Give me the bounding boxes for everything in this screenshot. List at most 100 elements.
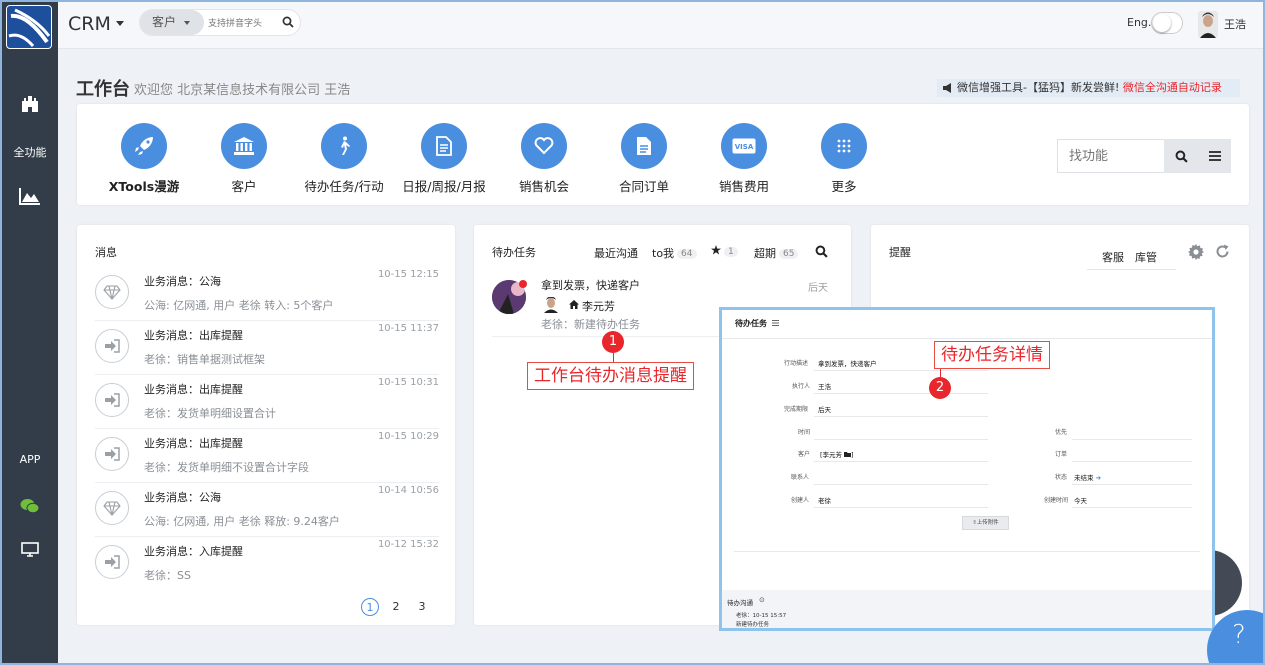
field-value[interactable]: 王浩 (818, 381, 831, 391)
comm-section: 待办沟通 ⊙ 老徐：10-15 15:57 新建待办任务 (722, 590, 1212, 628)
func-tasks[interactable]: 待办任务/行动 (294, 123, 394, 195)
monitor-icon (21, 542, 39, 557)
search-icon[interactable] (282, 16, 294, 28)
list-item[interactable]: 业务消息：公海 公海: 亿网通, 用户 老徐 释放: 9.24客户 10-14 … (95, 483, 439, 537)
divider (734, 551, 1200, 552)
annotation-callout-2: 待办任务详情 (934, 341, 1050, 369)
tab-recent[interactable]: 最近沟通 (594, 245, 638, 261)
field-label: 完成期限 (784, 406, 809, 413)
divider (814, 461, 988, 462)
logo[interactable] (6, 5, 52, 49)
func-expense[interactable]: VISA 销售费用 (694, 123, 794, 195)
tab-customer-service[interactable]: 客服 (1102, 249, 1124, 265)
rocket-icon (135, 137, 153, 155)
star-icon (711, 245, 721, 255)
comm-meta: 老徐：10-15 15:57 (736, 613, 787, 619)
page-3-button[interactable]: 3 (413, 598, 431, 616)
task-customer[interactable]: 李元芳 (582, 298, 615, 314)
list-item[interactable]: 业务消息：出库提醒 老徐：发货单明细设置合计 10-15 10:31 (95, 375, 439, 429)
field-label: 优先 (1055, 429, 1068, 436)
field-label: 时间 (798, 429, 811, 436)
sidebar-item-home[interactable] (2, 94, 58, 115)
tab-overdue[interactable]: 超期 65 (754, 245, 799, 261)
question-icon: ? (1232, 620, 1246, 650)
castle-icon (22, 96, 38, 112)
language-toggle[interactable] (1151, 12, 1183, 34)
list-item[interactable]: 业务消息：出库提醒 老徐：发货单明细不设置合计字段 10-15 10:29 (95, 429, 439, 483)
page-2-button[interactable]: 2 (387, 598, 405, 616)
func-more[interactable]: 更多 (794, 123, 894, 195)
annotation-number-2: 2 (929, 377, 951, 399)
language-label: Eng. (1127, 16, 1152, 29)
sign-in-icon (105, 555, 120, 569)
divider (1087, 269, 1176, 270)
search-input[interactable] (208, 14, 272, 32)
divider (1072, 439, 1192, 440)
list-item[interactable]: 业务消息：出库提醒 老徐：销售单据测试框架 10-15 11:37 (95, 321, 439, 375)
field-label: 行动描述 (784, 360, 809, 367)
page-1-button[interactable]: 1 (361, 598, 379, 616)
upload-button[interactable]: ⇧上传附件 (962, 516, 1009, 530)
grid-icon (837, 139, 851, 153)
function-search-input[interactable] (1057, 139, 1165, 173)
field-label: 创建时间 (1044, 497, 1069, 504)
panel-title: 消息 (95, 246, 117, 259)
list-item[interactable]: 业务消息：公海 公海: 亿网通, 用户 老徐 转入: 5个客户 10-15 12… (95, 267, 439, 321)
user-name[interactable]: 王浩 (1224, 16, 1246, 32)
bank-icon (234, 137, 254, 155)
search-icon (1175, 150, 1188, 163)
field-value[interactable]: 后天 (818, 404, 831, 414)
func-contract[interactable]: 合同订单 (594, 123, 694, 195)
func-xtools[interactable]: XTools漫游 (94, 123, 194, 195)
function-search-button[interactable] (1164, 139, 1199, 173)
sign-in-icon (105, 447, 120, 461)
function-menu-button[interactable] (1199, 139, 1231, 173)
task-title: 拿到发票，快递客户 (541, 279, 640, 292)
avatar[interactable] (1198, 11, 1218, 38)
refresh-icon[interactable] (1215, 244, 1230, 259)
func-reports[interactable]: 日报/周报/月报 (394, 123, 494, 195)
sidebar-item-analytics[interactable] (2, 187, 58, 208)
sidebar-item-app[interactable]: APP (2, 453, 58, 466)
panel-title: 提醒 (889, 246, 911, 259)
app-frame: 全功能 APP CRM 客户 Eng. 王浩 工作台 欢迎您 北京某信息技术有限… (0, 0, 1265, 665)
func-opportunity[interactable]: 销售机会 (494, 123, 594, 195)
search-scope-select[interactable]: 客户 (140, 10, 204, 35)
menu-icon[interactable] (772, 320, 779, 326)
divider (1072, 507, 1192, 508)
field-label: 订单 (1055, 451, 1068, 458)
list-item[interactable]: 业务消息：入库提醒 老徐：SS 10-12 15:32 (95, 537, 439, 591)
sidebar-item-all-functions[interactable]: 全功能 (2, 144, 58, 160)
top-bar: CRM 客户 Eng. 王浩 (58, 2, 1263, 49)
wechat-icon (20, 499, 40, 514)
tab-warehouse[interactable]: 库管 (1135, 249, 1157, 265)
app-switcher[interactable]: CRM (68, 13, 111, 35)
field-value[interactable]: 拿到发票，快递客户 (818, 358, 877, 368)
status-value[interactable]: 未结束 ➔ (1074, 472, 1101, 482)
divider (722, 338, 1212, 339)
toggle-knob (1153, 14, 1171, 32)
field-value[interactable]: [李元芳] (820, 449, 854, 459)
sidebar-item-desktop[interactable] (2, 542, 58, 560)
gear-icon[interactable] (1188, 244, 1204, 260)
search-icon[interactable] (815, 245, 828, 258)
promo-highlight: 微信全沟通自动记录 (1122, 81, 1222, 94)
megaphone-icon (943, 83, 951, 93)
promo-text: 微信增强工具-【猛犸】新发尝鲜! (957, 81, 1120, 94)
diamond-icon (103, 284, 121, 300)
sign-in-icon (105, 393, 120, 407)
divider (814, 507, 988, 508)
sidebar-item-wechat[interactable] (2, 498, 58, 517)
task-sub: 老徐：新建待办任务 (541, 318, 640, 331)
visa-icon: VISA (732, 138, 756, 154)
func-customer[interactable]: 客户 (194, 123, 294, 195)
messages-panel: 消息 业务消息：公海 公海: 亿网通, 用户 老徐 转入: 5个客户 10-15… (77, 225, 455, 625)
annotation-callout-1: 工作台待办消息提醒 (527, 362, 694, 390)
divider (814, 416, 988, 417)
tab-to-me[interactable]: to我 64 (652, 245, 697, 261)
menu-icon (1209, 151, 1221, 161)
document-icon (436, 136, 452, 156)
heart-icon (534, 137, 554, 155)
tab-starred[interactable]: 1 (711, 245, 738, 258)
promo-banner[interactable]: 微信增强工具-【猛犸】新发尝鲜! 微信全沟通自动记录 (937, 79, 1240, 97)
